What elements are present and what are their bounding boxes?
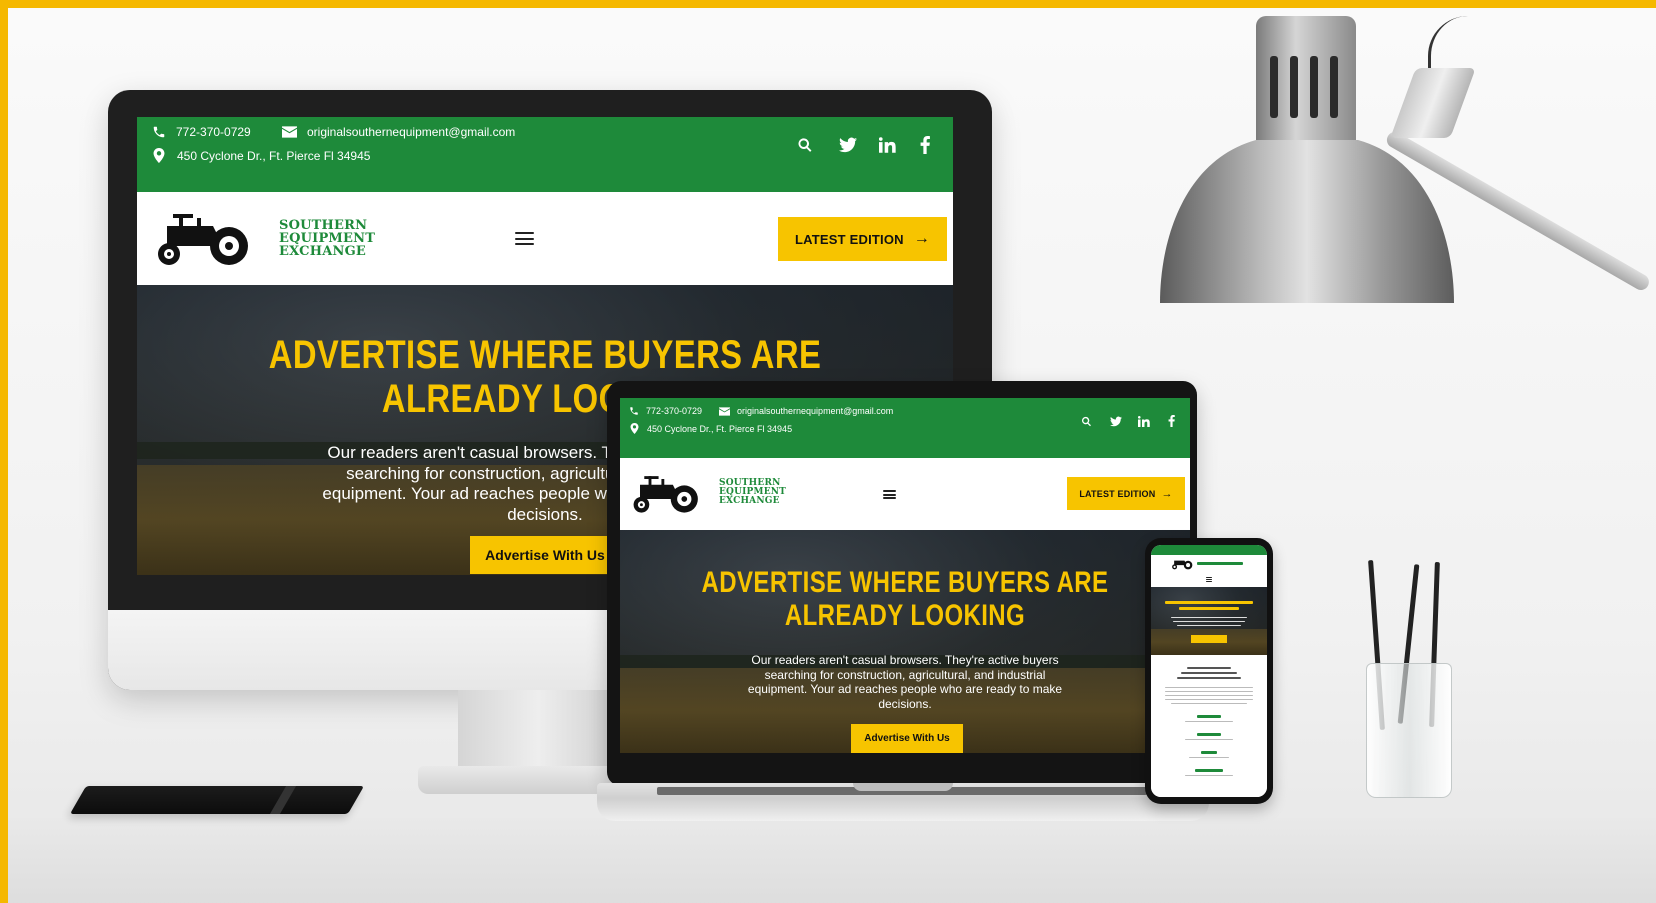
mobile-hero-headline: [1179, 607, 1239, 610]
hero-headline: ADVERTISE WHERE BUYERS ARE ALREADY LOOKI…: [677, 566, 1133, 632]
logo-line-3: EXCHANGE: [279, 244, 366, 259]
mobile-paragraph: [1165, 691, 1253, 692]
hero-headline-line-1: ADVERTISE WHERE BUYERS ARE: [701, 566, 1109, 599]
hero-headline-line-1: ADVERTISE WHERE BUYERS ARE: [268, 333, 822, 377]
hamburger-menu-icon[interactable]: [1206, 577, 1212, 582]
mobile-paragraph: [1171, 703, 1247, 704]
lamp-vent: [1270, 56, 1278, 118]
email-link[interactable]: originalsouthernequipment@gmail.com: [719, 406, 893, 416]
mobile-hero-text: [1177, 625, 1241, 626]
latest-edition-label: LATEST EDITION: [795, 231, 904, 247]
mobile-stat-label: [1189, 757, 1229, 758]
mobile-subheading: [1187, 667, 1231, 669]
mobile-paragraph: [1165, 695, 1253, 696]
email-address: originalsouthernequipment@gmail.com: [737, 406, 894, 416]
hamburger-menu-icon[interactable]: [515, 232, 534, 245]
email-address: originalsouthernequipment@gmail.com: [307, 125, 516, 139]
main-navbar: SOUTHERN EQUIPMENT EXCHANGE LATEST EDITI…: [620, 458, 1190, 530]
envelope-icon: [282, 126, 297, 138]
mobile-stat: [1197, 733, 1221, 736]
map-pin-icon: [153, 148, 165, 163]
lamp-vent: [1310, 56, 1318, 118]
main-navbar: SOUTHERN EQUIPMENT EXCHANGE LATEST EDITI…: [137, 192, 953, 285]
map-pin-icon: [630, 423, 639, 434]
facebook-icon[interactable]: [920, 136, 930, 154]
search-icon[interactable]: [797, 137, 813, 153]
top-bar: 772-370-0729 originalsouthernequipment@g…: [137, 117, 953, 192]
address-line: 450 Cyclone Dr., Ft. Pierce Fl 34945: [630, 423, 792, 434]
twitter-icon[interactable]: [1110, 416, 1122, 427]
email-link[interactable]: originalsouthernequipment@gmail.com: [282, 125, 515, 139]
lamp-shade: [1160, 140, 1454, 303]
mobile-stat: [1197, 715, 1221, 718]
lamp-vent: [1290, 56, 1298, 118]
monitor-stand: [458, 690, 618, 770]
arrow-right-icon: →: [913, 230, 930, 247]
mobile-stat: [1195, 769, 1223, 772]
tractor-logo-icon[interactable]: [1171, 557, 1193, 570]
arrow-right-icon: →: [1161, 487, 1173, 500]
mobile-paragraph: [1165, 699, 1253, 700]
phone-link[interactable]: 772-370-0729: [629, 406, 702, 416]
social-links: [797, 136, 930, 154]
hamburger-menu-icon[interactable]: [883, 490, 896, 499]
mobile-website: [1151, 545, 1267, 797]
logo-line-3: EXCHANGE: [719, 496, 780, 506]
latest-edition-button[interactable]: LATEST EDITION →: [778, 217, 947, 261]
tractor-logo-icon[interactable]: [630, 474, 700, 514]
latest-edition-button[interactable]: LATEST EDITION →: [1067, 477, 1185, 510]
mobile-hero-text: [1173, 621, 1245, 622]
advertise-with-us-button[interactable]: Advertise With Us: [851, 724, 963, 753]
phone-icon: [630, 407, 638, 415]
facebook-icon[interactable]: [1168, 415, 1175, 427]
address-text: 450 Cyclone Dr., Ft. Pierce Fl 34945: [647, 423, 793, 434]
mobile-menu-row: [1151, 573, 1267, 587]
hero-body-text: Our readers aren't casual browsers. They…: [747, 653, 1063, 711]
address-line: 450 Cyclone Dr., Ft. Pierce Fl 34945: [153, 148, 370, 163]
desk-surface: [8, 818, 1656, 903]
tractor-logo-icon[interactable]: [153, 212, 251, 266]
phone-number: 772-370-0729: [176, 125, 251, 139]
twitter-icon[interactable]: [839, 137, 857, 153]
mobile-stat-label: [1185, 775, 1233, 776]
hero-section: ADVERTISE WHERE BUYERS ARE ALREADY LOOKI…: [620, 530, 1190, 753]
lamp-vent: [1330, 56, 1338, 118]
mobile-stat-label: [1185, 739, 1233, 740]
hero-headline-line-2: ALREADY LOOKING: [784, 599, 1026, 632]
phone-number: 772-370-0729: [646, 406, 703, 416]
mobile-hero-text: [1171, 617, 1247, 618]
linkedin-icon[interactable]: [879, 137, 896, 153]
laptop-notch: [853, 783, 953, 791]
mobile-hero-headline: [1165, 601, 1253, 604]
notebook: [69, 786, 365, 814]
mobile-subheading: [1181, 672, 1237, 674]
phone-icon: [153, 126, 165, 138]
search-icon[interactable]: [1081, 416, 1092, 427]
mobile-paragraph: [1165, 687, 1253, 688]
envelope-icon: [719, 406, 730, 416]
top-bar: [1151, 545, 1267, 555]
phone-link[interactable]: 772-370-0729: [152, 125, 251, 139]
social-links: [1081, 415, 1175, 427]
mobile-subheading: [1177, 677, 1241, 679]
top-bar: 772-370-0729 originalsouthernequipment@g…: [620, 398, 1190, 458]
logo-wordmark[interactable]: SOUTHERN EQUIPMENT EXCHANGE: [279, 219, 375, 258]
linkedin-icon[interactable]: [1138, 415, 1150, 427]
main-navbar: [1151, 555, 1267, 573]
laptop-website: 772-370-0729 originalsouthernequipment@g…: [620, 398, 1190, 753]
advertise-with-us-button[interactable]: [1191, 635, 1227, 643]
mobile-logo-text: [1197, 562, 1243, 565]
logo-wordmark[interactable]: SOUTHERN EQUIPMENT EXCHANGE: [719, 479, 786, 506]
mobile-content: [1151, 655, 1267, 797]
hero-section: [1151, 587, 1267, 655]
advertise-with-us-button[interactable]: Advertise With Us: [470, 536, 620, 574]
lamp-neck: [1256, 16, 1356, 146]
mobile-stat: [1201, 751, 1217, 754]
address-text: 450 Cyclone Dr., Ft. Pierce Fl 34945: [177, 148, 371, 163]
latest-edition-label: LATEST EDITION: [1079, 488, 1156, 499]
laptop-base: [597, 783, 1209, 821]
pencil-glass: [1366, 663, 1452, 798]
mobile-stat-label: [1185, 721, 1233, 722]
